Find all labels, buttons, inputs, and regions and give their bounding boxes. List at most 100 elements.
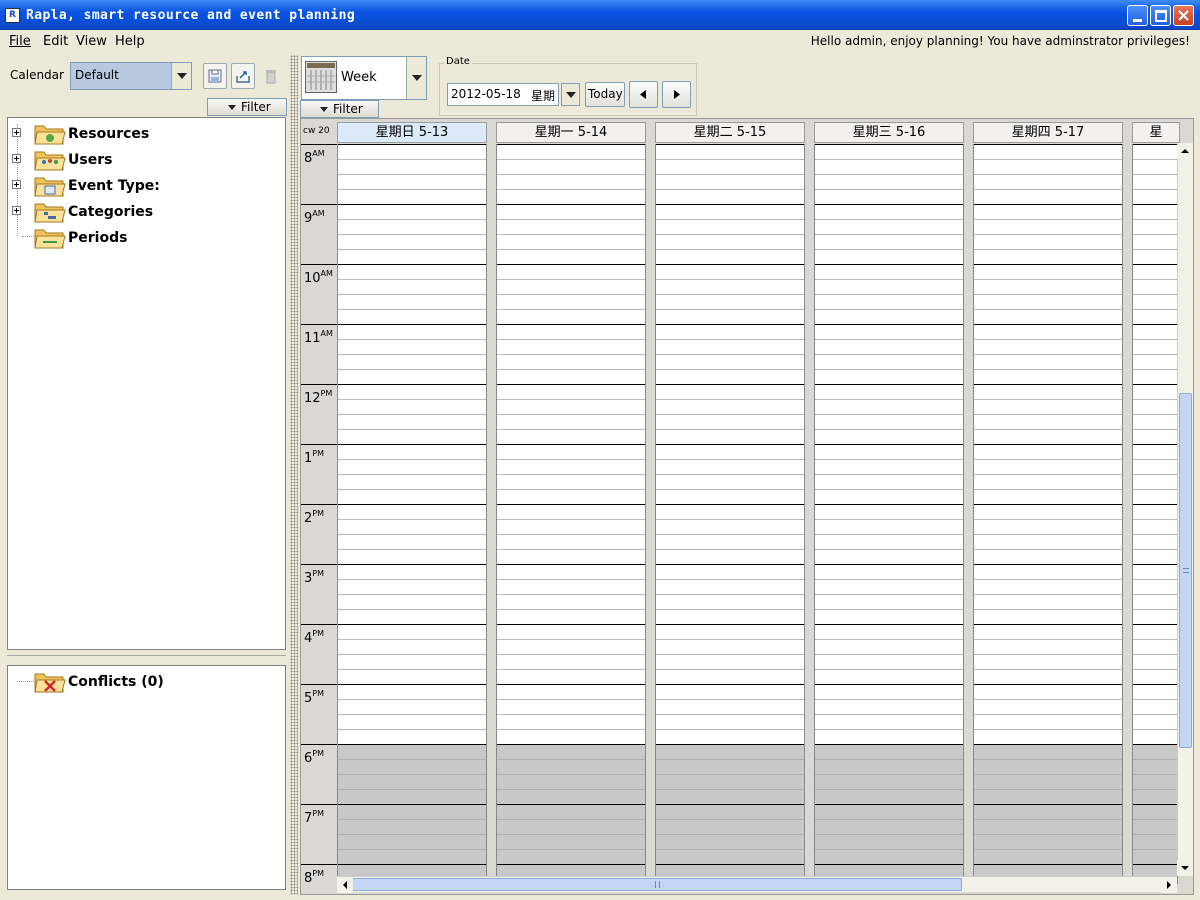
time-slot[interactable]: [497, 324, 645, 384]
time-slot[interactable]: [656, 744, 804, 804]
time-slot[interactable]: [815, 624, 963, 684]
time-slot[interactable]: [656, 804, 804, 864]
time-slot[interactable]: [815, 204, 963, 264]
time-slot[interactable]: [815, 564, 963, 624]
time-slot[interactable]: [338, 624, 486, 684]
time-slot[interactable]: [497, 804, 645, 864]
tree-item-categories[interactable]: Categories: [8, 198, 278, 224]
time-slot[interactable]: [815, 504, 963, 564]
panel-splitter[interactable]: [0, 652, 290, 664]
time-slot[interactable]: [656, 564, 804, 624]
time-slot[interactable]: [1133, 324, 1177, 384]
time-slot[interactable]: [1133, 384, 1177, 444]
time-slot[interactable]: [656, 684, 804, 744]
day-header-thursday[interactable]: 星期四 5-17: [973, 122, 1123, 143]
time-slot[interactable]: [1133, 744, 1177, 804]
time-slot[interactable]: [338, 744, 486, 804]
time-slot[interactable]: [338, 204, 486, 264]
time-slot[interactable]: [1133, 624, 1177, 684]
time-slot[interactable]: [497, 444, 645, 504]
time-slot[interactable]: [1133, 504, 1177, 564]
next-button[interactable]: [662, 81, 691, 108]
menu-help[interactable]: Help: [115, 34, 145, 49]
expand-icon[interactable]: [12, 180, 21, 189]
time-slot[interactable]: [656, 264, 804, 324]
expand-icon[interactable]: [12, 154, 21, 163]
day-column-tuesday[interactable]: [655, 144, 805, 884]
time-slot[interactable]: [1133, 804, 1177, 864]
time-slot[interactable]: [815, 144, 963, 204]
time-slot[interactable]: [974, 384, 1122, 444]
time-slot[interactable]: [497, 264, 645, 324]
time-slot[interactable]: [338, 564, 486, 624]
tree-item-conflicts[interactable]: Conflicts (0): [8, 668, 278, 694]
time-slot[interactable]: [656, 504, 804, 564]
calendar-select[interactable]: Default: [70, 62, 192, 90]
horizontal-scroll-thumb[interactable]: [352, 878, 962, 891]
time-slot[interactable]: [656, 384, 804, 444]
time-slot[interactable]: [1133, 684, 1177, 744]
time-slot[interactable]: [497, 384, 645, 444]
scroll-up-button[interactable]: [1177, 143, 1193, 159]
time-slot[interactable]: [497, 144, 645, 204]
save-button[interactable]: [203, 63, 227, 89]
time-slot[interactable]: [815, 324, 963, 384]
time-slot[interactable]: [974, 804, 1122, 864]
time-slot[interactable]: [815, 444, 963, 504]
day-header-wednesday[interactable]: 星期三 5-16: [814, 122, 964, 143]
vertical-scroll-thumb[interactable]: [1179, 393, 1192, 748]
time-slot[interactable]: [815, 684, 963, 744]
time-slot[interactable]: [1133, 264, 1177, 324]
day-header-tuesday[interactable]: 星期二 5-15: [655, 122, 805, 143]
time-slot[interactable]: [497, 744, 645, 804]
resource-filter-button[interactable]: Filter: [207, 98, 287, 116]
day-column-sunday[interactable]: [337, 144, 487, 884]
delete-button[interactable]: [259, 63, 283, 89]
time-slot[interactable]: [974, 564, 1122, 624]
day-column-monday[interactable]: [496, 144, 646, 884]
horizontal-scrollbar[interactable]: [337, 876, 1177, 893]
time-slot[interactable]: [338, 804, 486, 864]
scroll-right-button[interactable]: [1161, 877, 1177, 893]
time-slot[interactable]: [338, 324, 486, 384]
time-slot[interactable]: [497, 504, 645, 564]
scroll-left-button[interactable]: [337, 877, 353, 893]
date-field[interactable]: 2012-05-18 星期: [447, 83, 559, 106]
view-select[interactable]: Week: [301, 56, 427, 100]
previous-button[interactable]: [629, 81, 658, 108]
day-header-sunday[interactable]: 星期日 5-13: [337, 122, 487, 143]
tree-item-event-type[interactable]: Event Type:: [8, 172, 278, 198]
time-slot[interactable]: [1133, 204, 1177, 264]
time-slot[interactable]: [974, 324, 1122, 384]
time-slot[interactable]: [497, 684, 645, 744]
time-slot[interactable]: [656, 444, 804, 504]
time-slot[interactable]: [1133, 564, 1177, 624]
vertical-scrollbar[interactable]: [1177, 143, 1193, 876]
time-slot[interactable]: [656, 144, 804, 204]
day-column-wednesday[interactable]: [814, 144, 964, 884]
export-button[interactable]: [231, 63, 255, 89]
time-slot[interactable]: [974, 744, 1122, 804]
time-slot[interactable]: [974, 624, 1122, 684]
today-button[interactable]: Today: [585, 82, 625, 107]
menu-view[interactable]: View: [76, 34, 107, 49]
time-slot[interactable]: [338, 444, 486, 504]
chevron-down-icon[interactable]: [406, 57, 426, 99]
main-splitter[interactable]: [290, 55, 298, 895]
time-slot[interactable]: [497, 564, 645, 624]
tree-item-resources[interactable]: Resources: [8, 120, 278, 146]
time-slot[interactable]: [656, 324, 804, 384]
time-slot[interactable]: [815, 804, 963, 864]
time-slot[interactable]: [974, 204, 1122, 264]
time-slot[interactable]: [338, 384, 486, 444]
chevron-down-icon[interactable]: [171, 63, 191, 89]
time-slot[interactable]: [974, 444, 1122, 504]
time-slot[interactable]: [656, 624, 804, 684]
expand-icon[interactable]: [12, 128, 21, 137]
time-slot[interactable]: [656, 204, 804, 264]
expand-icon[interactable]: [12, 206, 21, 215]
tree-item-periods[interactable]: Periods: [8, 224, 278, 250]
time-slot[interactable]: [497, 624, 645, 684]
calendar-filter-button[interactable]: Filter: [300, 100, 379, 118]
time-slot[interactable]: [815, 384, 963, 444]
